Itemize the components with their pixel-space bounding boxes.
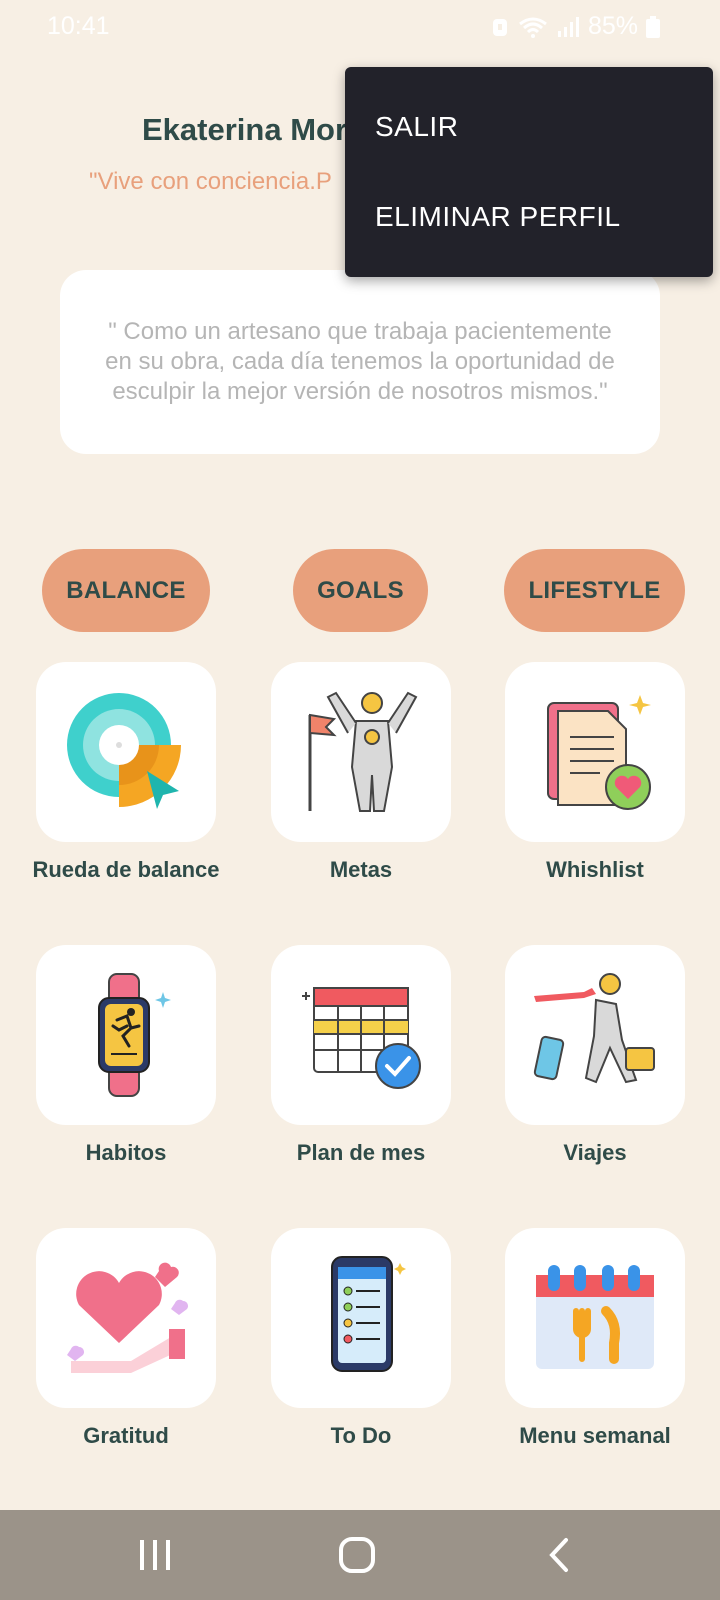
signal-icon [557, 16, 579, 37]
meal-calendar-icon [536, 1265, 654, 1369]
status-icons: 85% [490, 12, 660, 41]
wishlist-icon [547, 695, 651, 810]
quote-text: " Como un artesano que trabaja pacientem… [105, 318, 615, 405]
tile-label-metas: Metas [329, 857, 393, 882]
home-button[interactable] [327, 1530, 387, 1580]
battery-percent: 85% [587, 12, 638, 40]
calendar-check-icon [302, 987, 421, 1089]
tile-to-do[interactable] [271, 1228, 451, 1408]
tile-label-menu-semanal: Menu semanal [519, 1423, 671, 1448]
system-nav-bar [0, 1510, 720, 1600]
back-icon [549, 1538, 568, 1572]
menu-item-salir[interactable]: SALIR [375, 111, 458, 143]
quote-card: " Como un artesano que trabaja pacientem… [60, 270, 660, 454]
alarm-icon [492, 18, 507, 36]
tile-viajes[interactable] [505, 945, 685, 1125]
tile-plan-de-mes[interactable] [271, 945, 451, 1125]
back-button[interactable] [529, 1530, 589, 1580]
status-bar: 10:41 85% [0, 0, 720, 52]
goals-button[interactable]: GOALS [293, 549, 428, 632]
wifi-icon [519, 17, 547, 38]
profile-motto: "Vive con conciencia.P [89, 168, 332, 195]
lifestyle-button[interactable]: LIFESTYLE [504, 549, 685, 632]
trophy-person-icon [308, 691, 418, 812]
heart-hand-icon [67, 1262, 188, 1373]
phone-checklist-icon [331, 1256, 406, 1372]
tile-whishlist[interactable] [505, 662, 685, 842]
tile-label-whishlist: Whishlist [546, 857, 644, 882]
recents-button[interactable] [125, 1530, 185, 1580]
tile-label-rueda-de-balance: Rueda de balance [32, 857, 220, 882]
smartwatch-icon [98, 973, 171, 1097]
tile-label-to-do: To Do [330, 1423, 392, 1448]
tile-menu-semanal[interactable] [505, 1228, 685, 1408]
status-time: 10:41 [47, 12, 110, 40]
home-icon [339, 1537, 375, 1573]
overflow-menu: SALIR ELIMINAR PERFIL [345, 67, 713, 277]
tile-habitos[interactable] [36, 945, 216, 1125]
balance-button[interactable]: BALANCE [42, 549, 210, 632]
profile-name: Ekaterina Mor [142, 112, 348, 147]
balance-wheel-icon [67, 693, 181, 809]
menu-item-eliminar-perfil[interactable]: ELIMINAR PERFIL [375, 201, 621, 233]
tile-label-plan-de-mes: Plan de mes [296, 1140, 426, 1165]
tile-metas[interactable] [271, 662, 451, 842]
tile-rueda-de-balance[interactable] [36, 662, 216, 842]
traveler-icon [533, 973, 655, 1084]
recents-icon [140, 1540, 170, 1570]
tile-label-viajes: Viajes [563, 1140, 627, 1165]
battery-icon [646, 15, 660, 38]
tile-label-habitos: Habitos [85, 1140, 167, 1165]
tile-label-gratitud: Gratitud [83, 1423, 169, 1448]
tile-gratitud[interactable] [36, 1228, 216, 1408]
